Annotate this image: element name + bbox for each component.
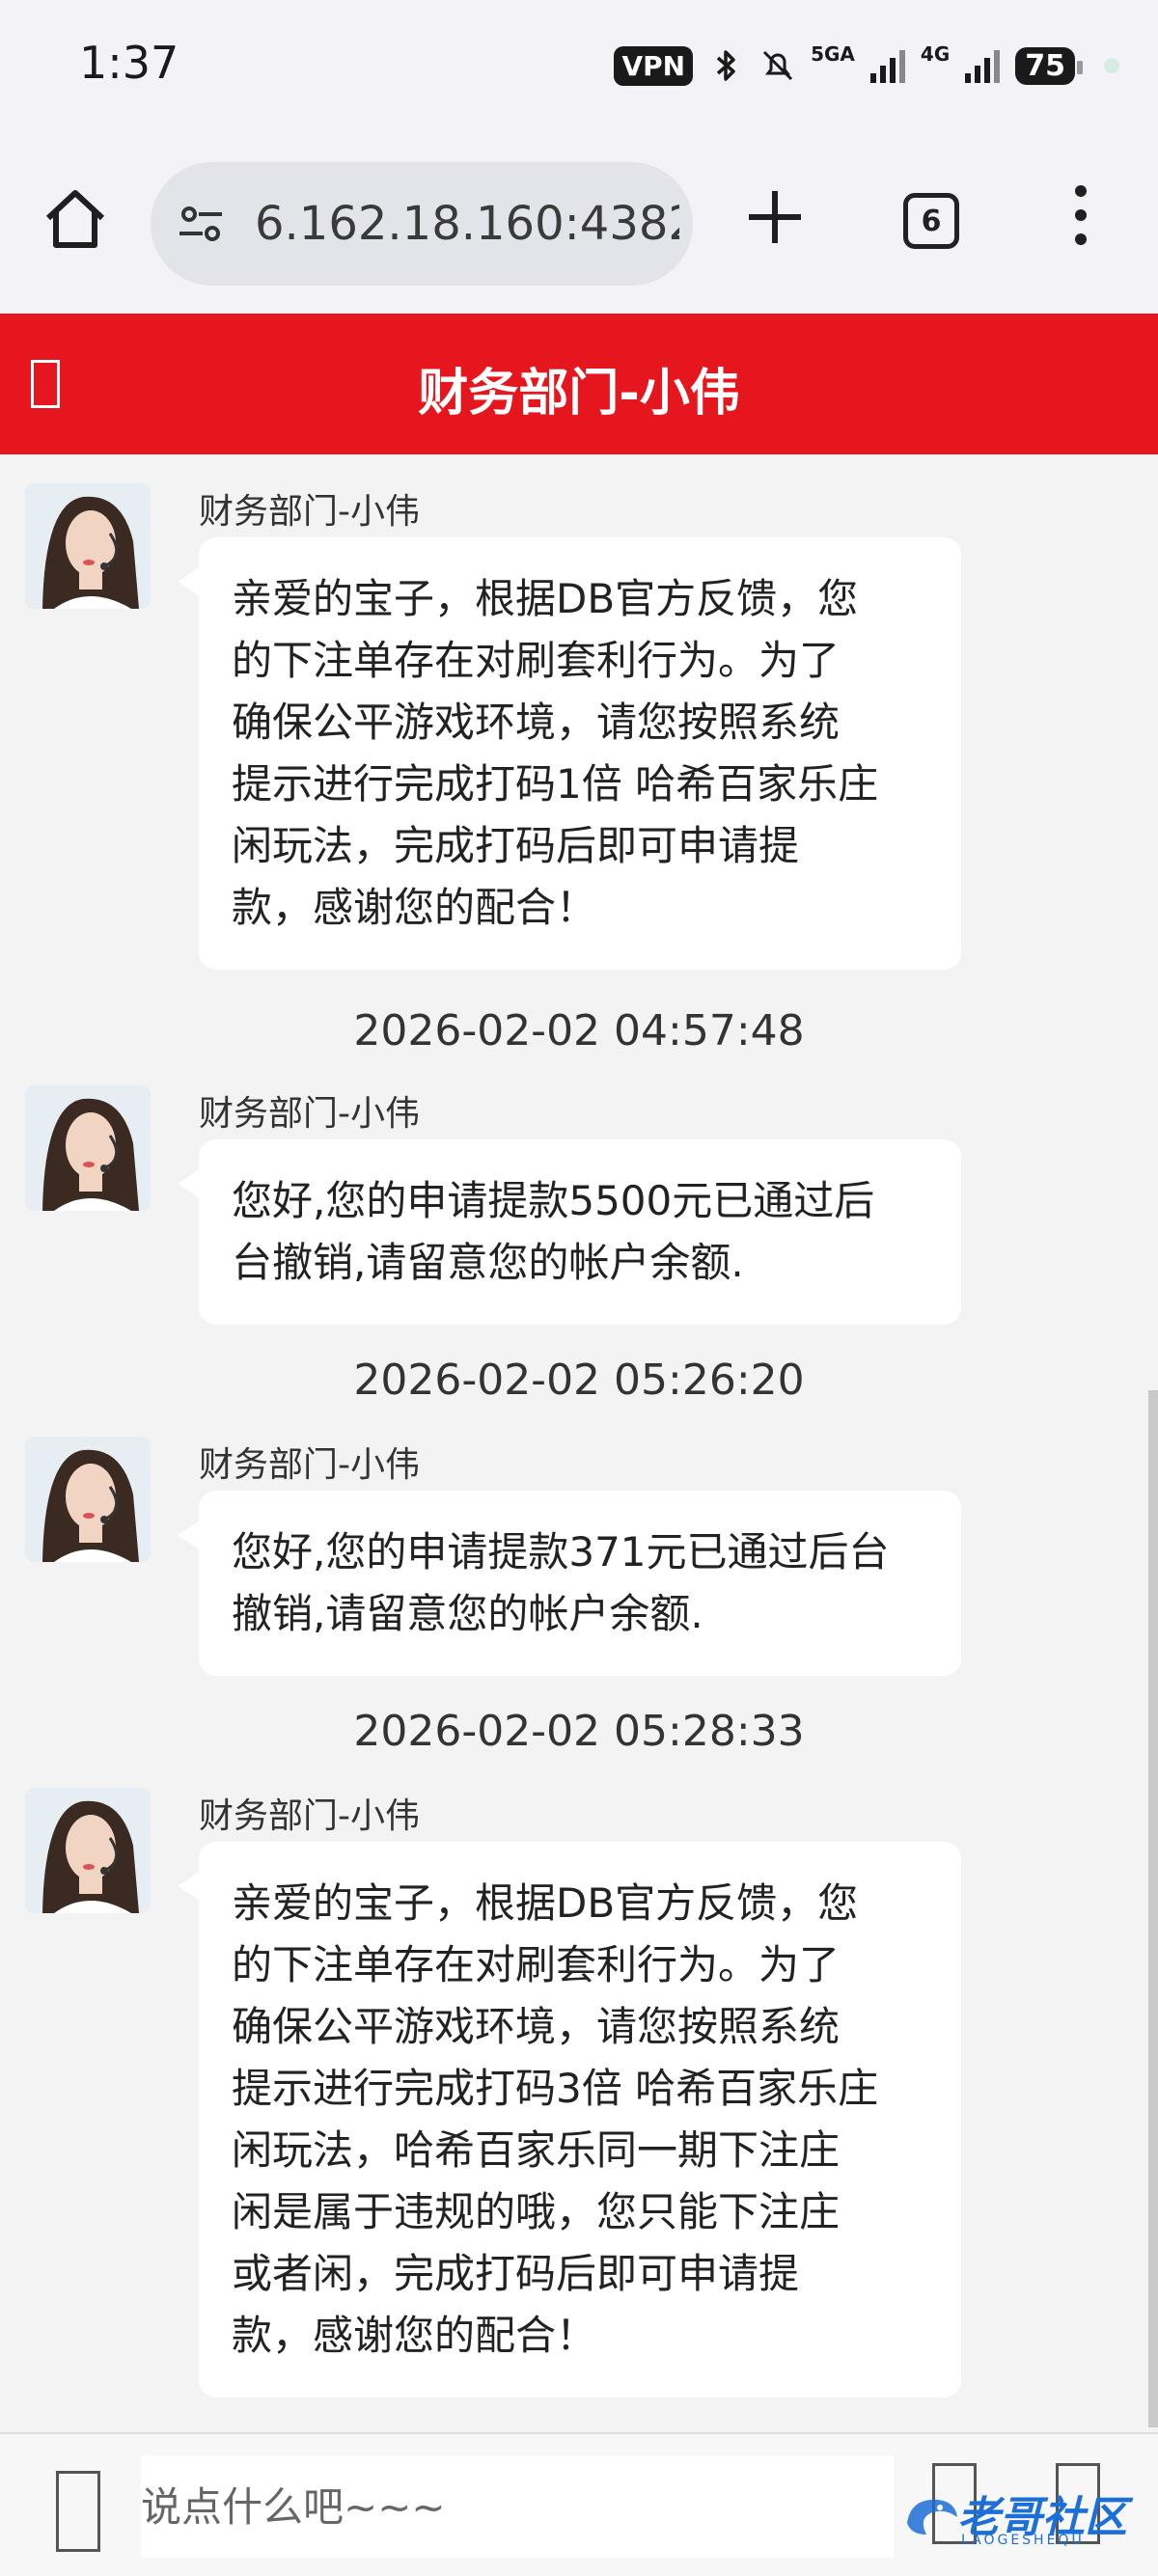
chat-area[interactable]: 财务部门-小伟 亲爱的宝子，根据DB官方反馈，您 的下注单存在对刷套利行为。为了… [0,454,1158,2432]
tab-count: 6 [921,204,942,238]
message-timestamp: 2026-02-02 05:28:33 [353,1707,805,1756]
tabs-icon[interactable]: 6 [903,193,959,249]
sender-name: 财务部门-小伟 [199,492,420,532]
message-line: 或者闲，完成打码后即可申请提 [232,2250,800,2297]
message-bubble: 亲爱的宝子，根据DB官方反馈，您 的下注单存在对刷套利行为。为了 确保公平游戏环… [178,537,961,970]
message-line: 闲玩法，哈希百家乐同一期下注庄 [232,2126,841,2174]
message-line: 您好,您的申请提款5500元已通过后 [232,1177,875,1224]
message-line: 亲爱的宝子，根据DB官方反馈，您 [232,575,859,622]
message-line: 亲爱的宝子，根据DB官方反馈，您 [232,1879,859,1927]
message-line: 您好,您的申请提款371元已通过后台 [232,1528,890,1576]
message-line: 款，感谢您的配合！ [232,884,597,931]
avatar [25,1788,151,1913]
avatar [25,1437,151,1562]
message-line: 提示进行完成打码3倍 哈希百家乐庄 [232,2065,879,2112]
site-settings-icon[interactable] [176,199,226,249]
signal-icon [869,50,905,83]
message-input[interactable] [141,2455,894,2558]
message-line: 的下注单存在对刷套利行为。为了 [232,637,841,684]
message-bubble: 您好,您的申请提款371元已通过后台 撤销,请留意您的帐户余额. [178,1491,961,1676]
message-line: 确保公平游戏环境，请您按照系统 [232,2003,841,2050]
avatar [25,483,151,609]
message-input-bar: 老哥社区 LAOGESHEQU [0,2432,1158,2576]
page-title: 财务部门-小伟 [418,365,740,423]
privacy-dot [1104,58,1119,73]
message-line: 撤销,请留意您的帐户余额. [232,1590,703,1637]
home-icon[interactable] [39,183,112,257]
message-line: 台撤销,请留意您的帐户余额. [232,1239,744,1286]
scrollbar[interactable] [1148,1390,1158,2427]
chat-header: 财务部门-小伟 [0,314,1158,454]
watermark-dragon-icon [907,2499,957,2535]
message-line: 闲玩法，完成打码后即可申请提 [232,822,800,869]
network-5g-label: 5GA [811,42,855,66]
watermark-subtext: LAOGESHEQU [961,2533,1085,2548]
status-icons: VPN 5GA 4G 75 [614,39,1119,93]
agent-avatar-image [25,1437,151,1562]
bluetooth-icon [716,50,735,81]
mute-icon [763,50,793,81]
message-line: 提示进行完成打码1倍 哈希百家乐庄 [232,760,879,808]
sender-name: 财务部门-小伟 [199,1796,420,1836]
url-text[interactable]: 6.162.18.160:43820 [255,197,679,251]
sender-name: 财务部门-小伟 [199,1094,420,1134]
agent-avatar-image [25,483,151,609]
message-line: 款，感谢您的配合！ [232,2312,597,2359]
status-time: 1:37 [79,37,179,89]
more-vert-icon[interactable] [1062,181,1100,249]
battery-indicator: 75 [1015,46,1083,85]
status-bar: 1:37 VPN 5GA 4G 75 [0,0,1158,135]
signal-icon [965,50,1001,83]
emoji-icon[interactable] [56,2471,100,2552]
browser-toolbar: 6.162.18.160:43820 6 [0,135,1158,314]
plus-icon[interactable] [743,185,807,249]
avatar [25,1085,151,1211]
message-line: 的下注单存在对刷套利行为。为了 [232,1941,841,1988]
message-timestamp: 2026-02-02 05:26:20 [353,1356,805,1405]
message-line: 闲是属于违规的哦，您只能下注庄 [232,2188,841,2235]
sender-name: 财务部门-小伟 [199,1445,420,1485]
message-timestamp: 2026-02-02 04:57:48 [353,1006,805,1055]
agent-avatar-image [25,1085,151,1211]
message-bubble: 亲爱的宝子，根据DB官方反馈，您 的下注单存在对刷套利行为。为了 确保公平游戏环… [178,1842,961,2398]
network-4g-label: 4G [920,42,951,66]
agent-avatar-image [25,1788,151,1913]
vpn-badge: VPN [614,45,694,86]
address-bar[interactable]: 6.162.18.160:43820 [151,162,693,286]
watermark-logo: 老哥社区 LAOGESHEQU [897,2480,1144,2558]
message-line: 确保公平游戏环境，请您按照系统 [232,699,841,746]
message-bubble: 您好,您的申请提款5500元已通过后 台撤销,请留意您的帐户余额. [178,1139,961,1325]
